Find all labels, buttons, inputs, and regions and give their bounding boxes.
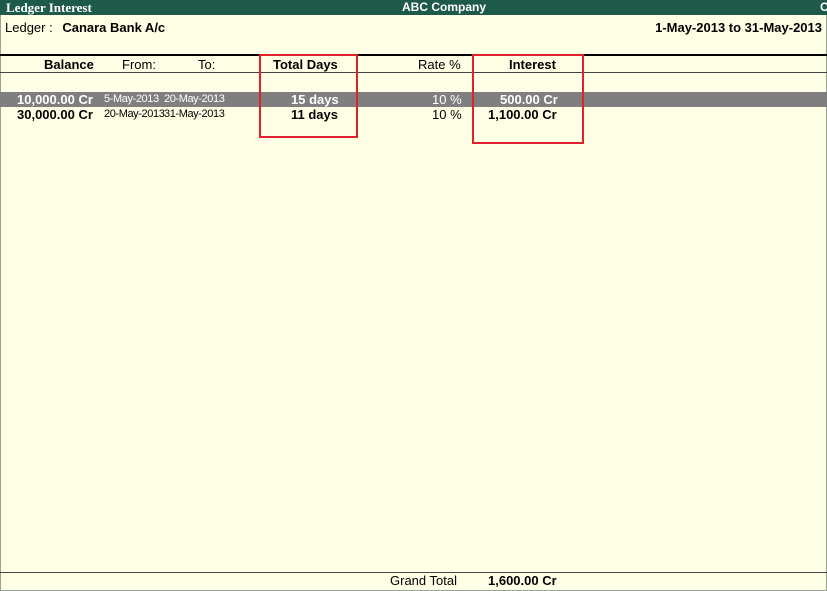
total-days-highlight-box — [259, 54, 358, 138]
column-header-from: From: — [122, 57, 156, 72]
ledger-name[interactable]: Canara Bank A/c — [62, 20, 165, 35]
report-title: Ledger Interest — [6, 0, 92, 15]
report-period[interactable]: 1-May-2013 to 31-May-2013 — [655, 20, 822, 35]
row-from-date: 20-May-2013 — [104, 108, 165, 120]
interest-highlight-box — [472, 54, 584, 144]
ledger-info: Ledger : Canara Bank A/c — [5, 20, 165, 35]
company-name: ABC Company — [402, 0, 487, 14]
row-to-date: 20-May-2013 — [164, 93, 225, 105]
table-row[interactable]: 30,000.00 Cr 20-May-2013 31-May-2013 11 … — [0, 107, 827, 122]
row-balance: 10,000.00 Cr — [17, 92, 93, 107]
row-balance: 30,000.00 Cr — [17, 107, 93, 122]
row-rate: 10 % — [432, 92, 462, 107]
title-bar: Ledger Interest ABC Company C — [0, 0, 827, 15]
column-header-rate: Rate % — [418, 57, 461, 72]
grand-total-label: Grand Total — [390, 573, 457, 588]
row-to-date: 31-May-2013 — [164, 108, 225, 120]
window-frame — [0, 0, 827, 591]
ledger-label: Ledger : — [5, 20, 53, 35]
header-top-rule — [0, 54, 827, 56]
table-row[interactable]: 10,000.00 Cr 5-May-2013 20-May-2013 15 d… — [0, 92, 827, 107]
header-bottom-rule — [0, 72, 827, 73]
column-header-balance: Balance — [44, 57, 94, 72]
row-rate: 10 % — [432, 107, 462, 122]
grand-total-value: 1,600.00 Cr — [488, 573, 557, 588]
column-header-to: To: — [198, 57, 216, 72]
row-from-date: 5-May-2013 — [104, 93, 159, 105]
title-bar-right-fragment: C — [820, 0, 827, 14]
